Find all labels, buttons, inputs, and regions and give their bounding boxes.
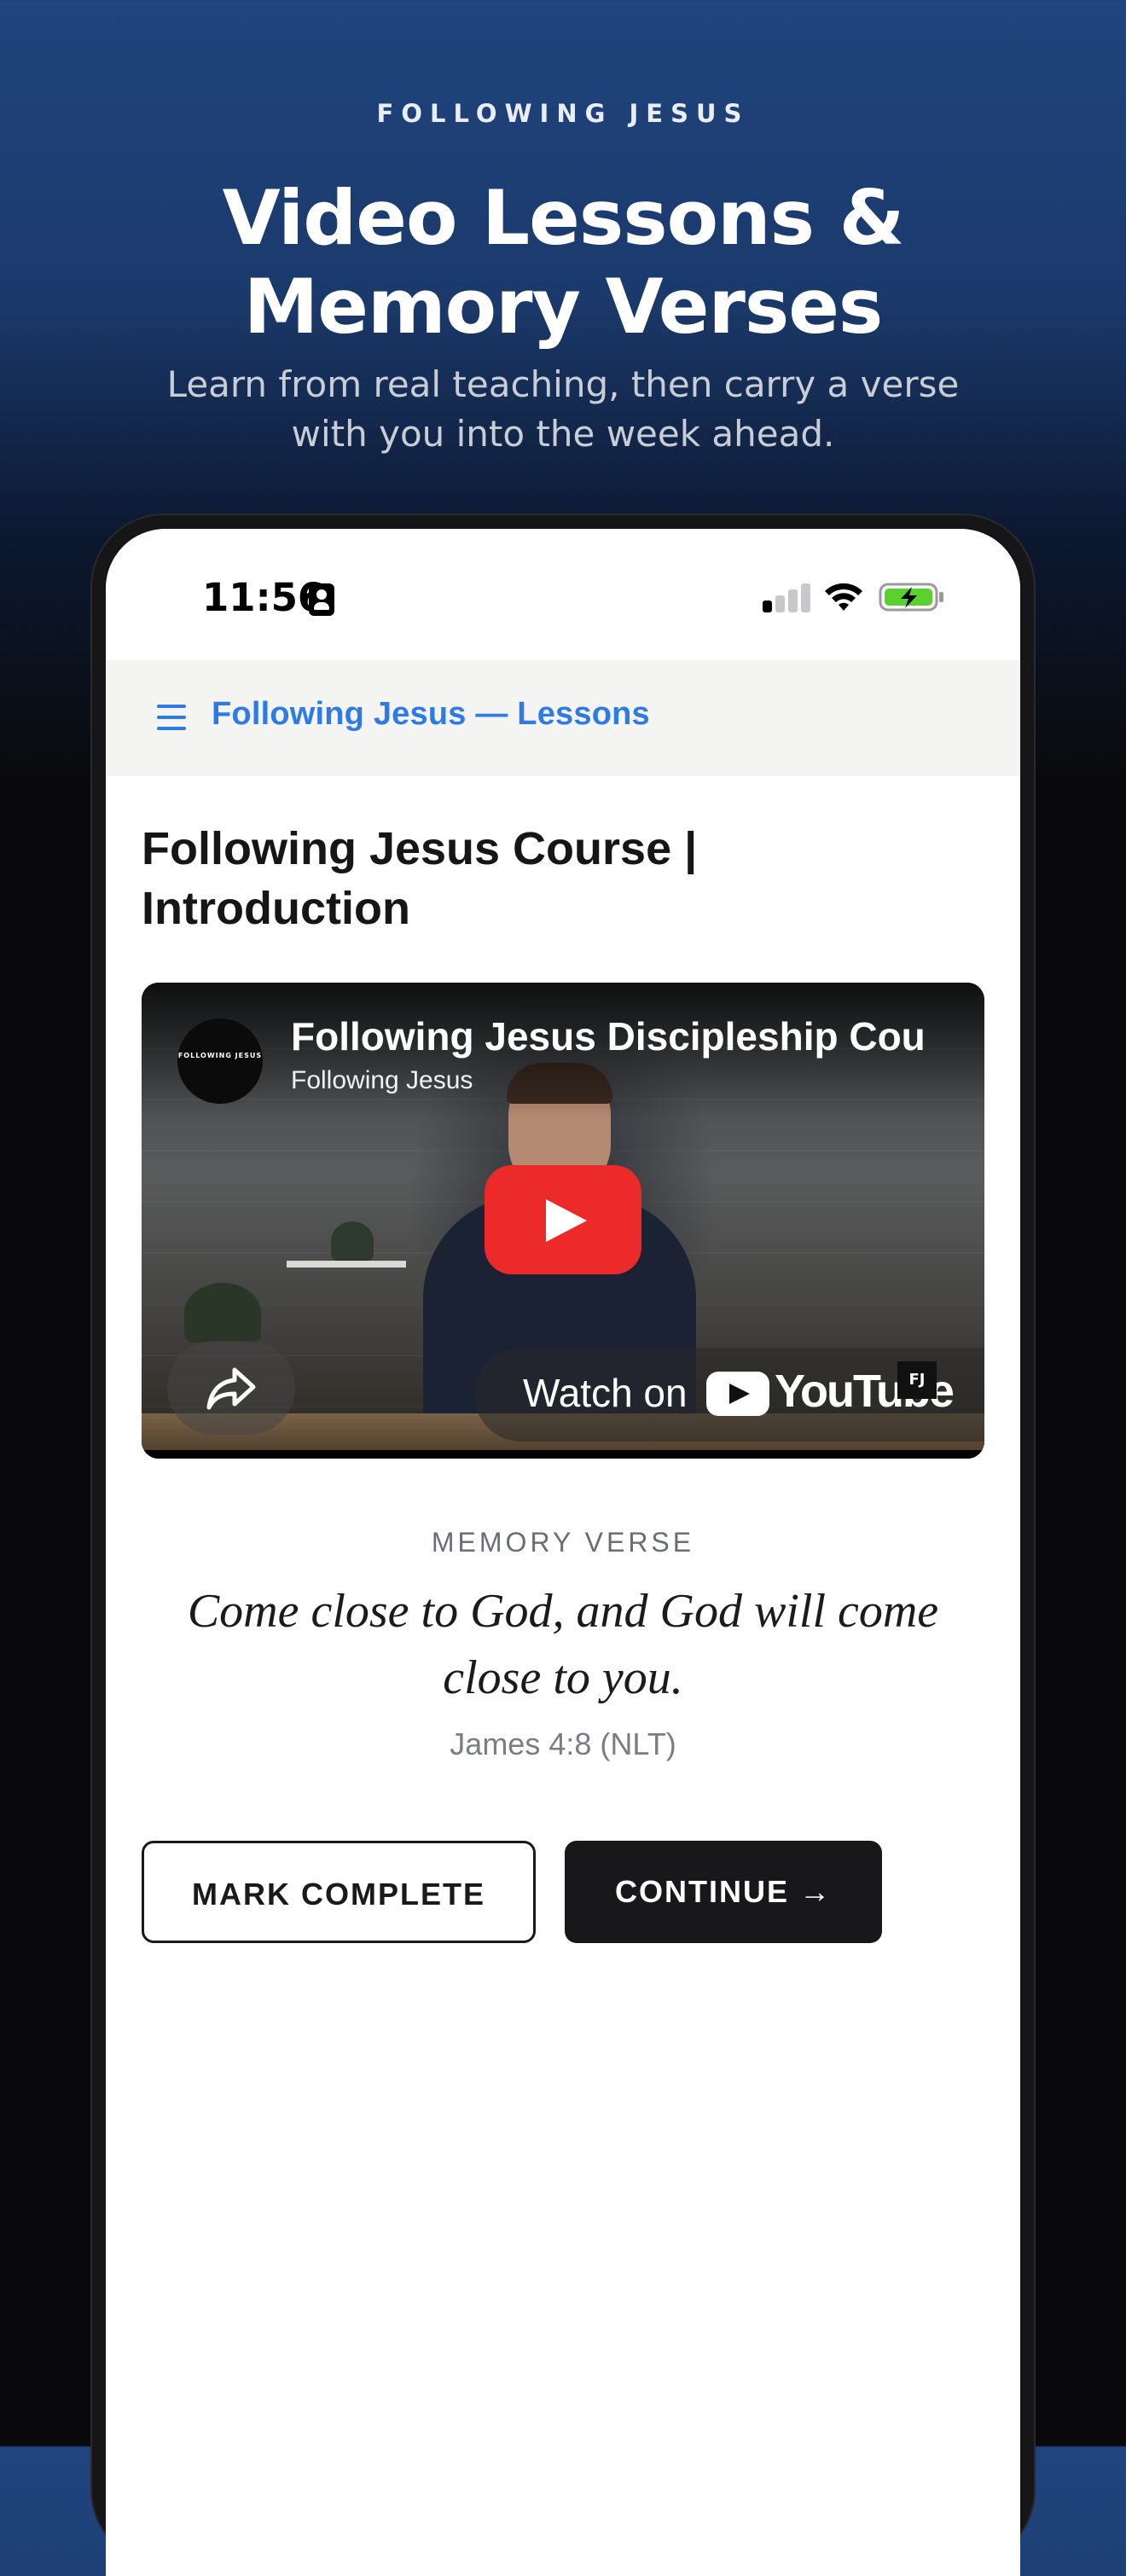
hamburger-menu-icon[interactable] bbox=[157, 705, 186, 730]
channel-watermark: FJ bbox=[897, 1361, 937, 1399]
memory-verse-label: MEMORY VERSE bbox=[431, 1527, 695, 1558]
video-bottom-bar bbox=[142, 1450, 984, 1459]
status-bar: 11:56 bbox=[106, 529, 1020, 660]
video-player[interactable]: FOLLOWING JESUS Following Jesus Disciple… bbox=[142, 983, 984, 1459]
youtube-play-icon bbox=[706, 1372, 769, 1416]
mark-complete-button[interactable]: MARK COMPLETE bbox=[142, 1841, 536, 1943]
watch-on-label: Watch on bbox=[523, 1371, 688, 1415]
phone-screen: 11:56 Following Jesus — Lessons Followin… bbox=[106, 529, 1020, 2576]
headline: Video Lessons & Memory Verses bbox=[0, 174, 1126, 351]
lesson-title: Following Jesus Course | Introduction bbox=[142, 823, 698, 934]
share-button[interactable] bbox=[167, 1341, 295, 1435]
channel-logo-text: FOLLOWING JESUS bbox=[177, 1052, 263, 1059]
signal-icon bbox=[763, 582, 810, 612]
headline-line-1: Video Lessons & bbox=[222, 174, 905, 262]
plant-decor bbox=[184, 1283, 261, 1343]
play-icon[interactable] bbox=[485, 1165, 641, 1274]
memory-verse-reference: James 4:8 (NLT) bbox=[450, 1726, 676, 1761]
plant-decor bbox=[331, 1221, 374, 1261]
headline-line-2: Memory Verses bbox=[243, 263, 884, 351]
app-header: Following Jesus — Lessons bbox=[106, 660, 1020, 776]
subhead: Learn from real teaching, then carry a v… bbox=[166, 363, 960, 455]
channel-avatar[interactable]: FOLLOWING JESUS bbox=[177, 1018, 263, 1104]
shelf-decor bbox=[287, 1261, 406, 1268]
phone-frame: 11:56 Following Jesus — Lessons Followin… bbox=[92, 515, 1034, 2576]
share-icon bbox=[206, 1367, 256, 1410]
status-time: 11:56 bbox=[202, 575, 325, 620]
battery-charging-icon bbox=[879, 583, 943, 612]
video-channel-name[interactable]: Following Jesus bbox=[291, 1066, 473, 1095]
header-title: Following Jesus — Lessons bbox=[212, 696, 650, 732]
contact-card-icon bbox=[309, 583, 334, 616]
eyebrow-text: FOLLOWING JESUS bbox=[376, 99, 750, 128]
continue-button[interactable]: CONTINUE → bbox=[565, 1841, 882, 1943]
video-title[interactable]: Following Jesus Discipleship Cou bbox=[291, 1013, 965, 1059]
memory-verse-text: Come close to God, and God will come clo… bbox=[187, 1585, 939, 1704]
wifi-icon bbox=[825, 583, 862, 611]
